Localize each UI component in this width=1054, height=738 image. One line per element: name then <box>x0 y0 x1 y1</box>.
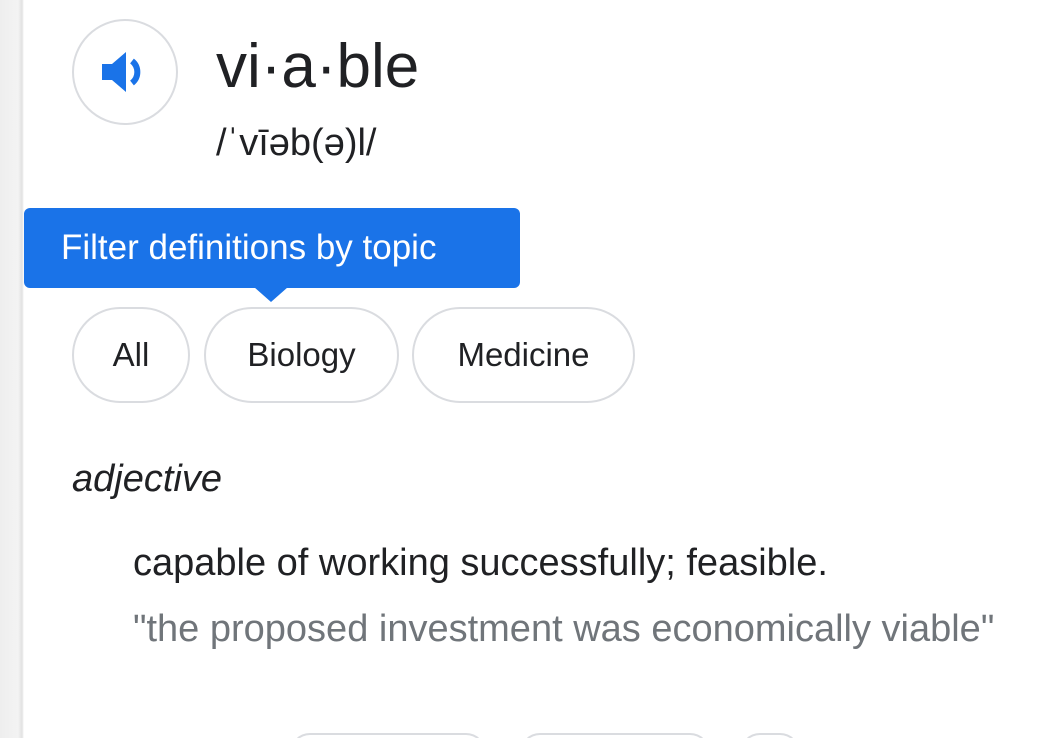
speaker-icon <box>102 52 141 92</box>
definition-text: capable of working successfully; feasibl… <box>133 542 828 584</box>
page-left-edge <box>0 0 24 738</box>
headword: vi·a·ble <box>216 32 420 101</box>
part-of-speech: adjective <box>72 458 222 500</box>
topic-chip-all[interactable]: All <box>72 307 190 403</box>
topic-chip-biology[interactable]: Biology <box>204 307 399 403</box>
pronunciation-audio-button[interactable] <box>72 19 178 125</box>
related-chip-partial[interactable] <box>740 733 800 738</box>
filter-definitions-tooltip: Filter definitions by topic <box>24 208 520 288</box>
related-chip-partial[interactable] <box>290 733 486 738</box>
topic-chip-label: Medicine <box>457 336 590 373</box>
topic-chip-label: All <box>112 336 150 373</box>
phonetic-transcription: /ˈvīəb(ə)l/ <box>216 122 377 164</box>
related-chip-partial[interactable] <box>520 733 710 738</box>
example-sentence: "the proposed investment was economicall… <box>133 608 995 650</box>
tooltip-text: Filter definitions by topic <box>61 228 437 267</box>
topic-chip-medicine[interactable]: Medicine <box>412 307 635 403</box>
tooltip-arrow <box>254 287 288 302</box>
topic-chip-label: Biology <box>247 336 356 373</box>
